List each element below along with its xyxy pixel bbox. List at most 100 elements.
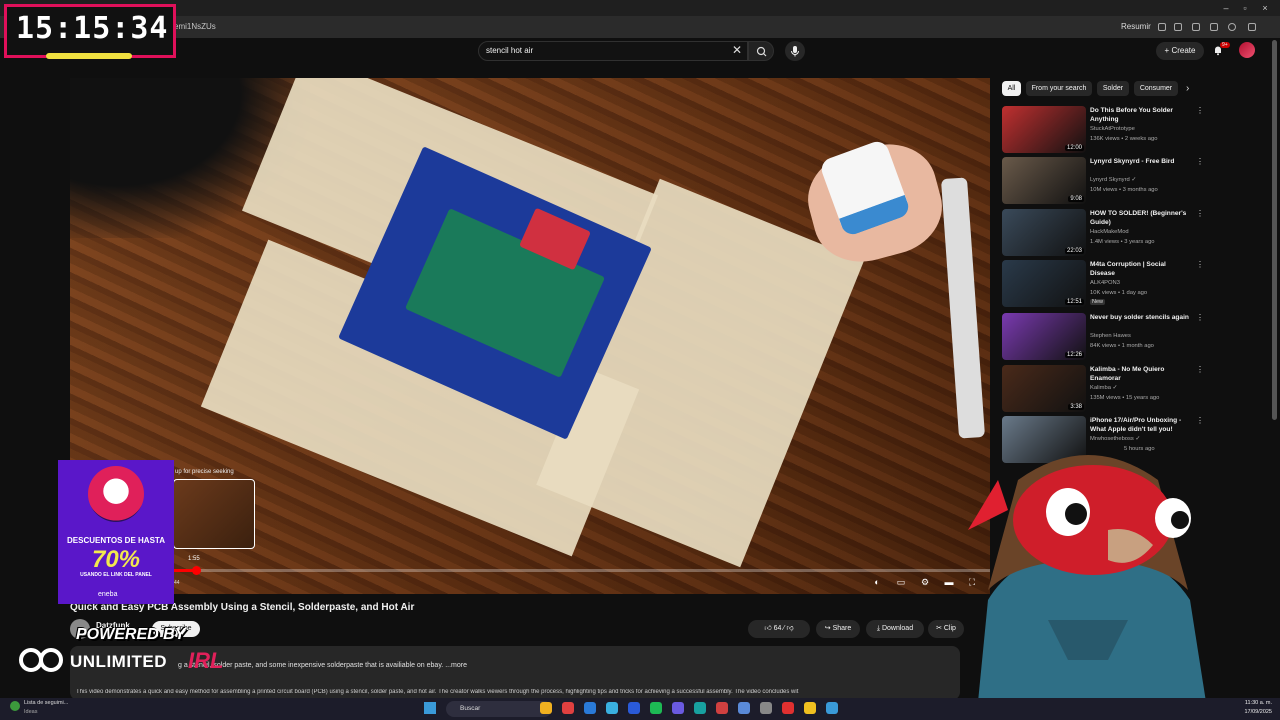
- recommendation-item[interactable]: 9:08 Lynyrd Skynyrd - Free Bird Lynyrd Sky…: [1002, 157, 1204, 205]
- weather-widget-icon[interactable]: [10, 701, 20, 711]
- taskbar-app-icon[interactable]: [738, 702, 750, 714]
- chip-solder[interactable]: Solder: [1097, 81, 1129, 96]
- taskbar-search-label[interactable]: Buscar: [460, 705, 480, 712]
- recommendation-item[interactable]: 12:26 Never buy solder stencils again Step…: [1002, 313, 1204, 361]
- recommendation-title[interactable]: M4ta Corruption | Social Disease: [1090, 260, 1190, 278]
- unlimited-text: UNLIMITED: [70, 652, 168, 671]
- recommendation-thumbnail[interactable]: 12:26: [1002, 313, 1086, 360]
- taskbar-time: 11:30 a. m.: [1244, 700, 1272, 706]
- taskbar-app-icon[interactable]: [628, 702, 640, 714]
- theater-mode-icon[interactable]: ▬: [944, 577, 954, 587]
- captions-icon[interactable]: ▭: [896, 577, 906, 587]
- more-actions-icon[interactable]: ⋮: [1196, 416, 1204, 425]
- more-actions-icon[interactable]: ⋮: [1196, 209, 1204, 218]
- progress-bar[interactable]: [70, 569, 990, 572]
- taskbar-widget-sub[interactable]: Ideas: [24, 709, 37, 715]
- clear-search-icon[interactable]: ✕: [732, 43, 742, 57]
- search-icon: [756, 46, 767, 57]
- recommendation-channel[interactable]: ALK4PON3: [1090, 280, 1120, 286]
- voice-search-button[interactable]: [785, 41, 805, 61]
- account-avatar[interactable]: [1239, 42, 1255, 58]
- recommendation-channel[interactable]: StuckAtPrototype: [1090, 126, 1135, 132]
- page-scrollbar[interactable]: [1272, 40, 1277, 420]
- chip-consumer[interactable]: Consumer: [1134, 81, 1178, 96]
- recommendation-item[interactable]: 12:00 Do This Before You Solder Anything S…: [1002, 106, 1204, 154]
- download-button[interactable]: ⤓ Download: [866, 620, 924, 638]
- start-windows-icon[interactable]: [424, 702, 436, 714]
- taskbar-app-icon[interactable]: [716, 702, 728, 714]
- minimize-icon[interactable]: –: [1222, 4, 1230, 13]
- windows-taskbar: [0, 698, 1280, 720]
- clock-accent-bar: [46, 53, 132, 59]
- share-label: Share: [832, 625, 852, 632]
- taskbar-app-icon[interactable]: [584, 702, 596, 714]
- settings-gear-icon[interactable]: ⚙: [920, 577, 930, 587]
- recommendation-title[interactable]: Kalimba - No Me Quiero Enamorar: [1090, 365, 1190, 383]
- chip-all[interactable]: All: [1002, 81, 1021, 96]
- chevron-right-icon[interactable]: ›: [1186, 83, 1189, 94]
- close-window-icon[interactable]: ×: [1261, 4, 1269, 13]
- stream-clock-time: 15:15:34: [16, 11, 169, 46]
- recommendation-title[interactable]: Do This Before You Solder Anything: [1090, 106, 1190, 124]
- more-actions-icon[interactable]: ⋮: [1196, 106, 1204, 115]
- recommendation-meta: 84K views • 1 month ago: [1090, 343, 1154, 349]
- recommendation-channel[interactable]: Kalimba ✓: [1090, 385, 1117, 391]
- promo-brand: eneba: [98, 591, 118, 598]
- maximize-icon[interactable]: ▫: [1241, 4, 1249, 13]
- more-actions-icon[interactable]: ⋮: [1196, 260, 1204, 269]
- taskbar-app-icon[interactable]: [804, 702, 816, 714]
- taskbar-app-icon[interactable]: [562, 702, 574, 714]
- browser-title-bar: [0, 0, 1280, 16]
- url-text[interactable]: emi1NsZUs: [174, 22, 216, 31]
- share-button[interactable]: ↪ Share: [816, 620, 860, 638]
- recommendation-thumbnail[interactable]: 3:38: [1002, 365, 1086, 412]
- mic-icon: [791, 46, 799, 57]
- recommendation-title[interactable]: Never buy solder stencils again: [1090, 313, 1190, 322]
- taskbar-app-icon[interactable]: [694, 702, 706, 714]
- more-actions-icon[interactable]: ⋮: [1196, 157, 1204, 166]
- bookmark-icon[interactable]: [1210, 23, 1218, 31]
- taskbar-date: 17/09/2025: [1244, 709, 1272, 715]
- taskbar-app-icon[interactable]: [782, 702, 794, 714]
- infinity-logo-icon: [19, 648, 63, 672]
- taskbar-app-icon[interactable]: [826, 702, 838, 714]
- recommendation-channel[interactable]: Stephen Hawes: [1090, 333, 1131, 339]
- recommendation-item[interactable]: 3:38 Kalimba - No Me Quiero Enamorar Kalim…: [1002, 365, 1204, 413]
- autoplay-toggle-icon[interactable]: ◐: [872, 577, 882, 587]
- create-button[interactable]: + Create: [1156, 42, 1204, 60]
- taskbar-app-icon[interactable]: [540, 702, 552, 714]
- like-dislike-button[interactable]: 👍︎ 64 ⁄ 👎︎: [748, 620, 810, 638]
- more-actions-icon[interactable]: ⋮: [1196, 313, 1204, 322]
- recommendation-title[interactable]: Lynyrd Skynyrd - Free Bird: [1090, 157, 1190, 166]
- recommendation-channel[interactable]: Lynyrd Skynyrd ✓: [1090, 177, 1136, 183]
- recommendation-channel[interactable]: HackMakeMod: [1090, 229, 1129, 235]
- recommendation-title[interactable]: HOW TO SOLDER! (Beginner's Guide): [1090, 209, 1190, 227]
- scissors-icon: ✂: [936, 625, 944, 632]
- recommendation-item[interactable]: 22:03 HOW TO SOLDER! (Beginner's Guide) Ha…: [1002, 209, 1204, 257]
- profile-icon[interactable]: [1228, 23, 1236, 31]
- search-query[interactable]: stencil hot air: [486, 46, 533, 55]
- star-icon[interactable]: [1174, 23, 1182, 31]
- search-button[interactable]: [748, 41, 774, 61]
- recommendation-title[interactable]: iPhone 17/Air/Pro Unboxing - What Apple …: [1090, 416, 1190, 434]
- menu-icon[interactable]: [1248, 23, 1256, 31]
- extension-icon[interactable]: [1158, 23, 1166, 31]
- video-duration: 22:03: [1064, 248, 1084, 254]
- recommendation-item[interactable]: 12:51 M4ta Corruption | Social Disease ALK…: [1002, 260, 1204, 308]
- recommendation-thumbnail[interactable]: 12:51: [1002, 260, 1086, 307]
- taskbar-app-icon[interactable]: [672, 702, 684, 714]
- chip-from-your-search[interactable]: From your search: [1026, 81, 1092, 96]
- recommendation-thumbnail[interactable]: 9:08: [1002, 157, 1086, 204]
- taskbar-app-icon[interactable]: [606, 702, 618, 714]
- taskbar-widget-title[interactable]: Lista de seguimi...: [24, 700, 68, 706]
- scrubber-handle[interactable]: [192, 566, 202, 575]
- recommendation-thumbnail[interactable]: 12:00: [1002, 106, 1086, 153]
- eneba-mascot-logo: [88, 466, 144, 522]
- taskbar-app-icon[interactable]: [650, 702, 662, 714]
- puzzle-icon[interactable]: [1192, 23, 1200, 31]
- thumbs-up-icon: 👍︎: [764, 625, 774, 632]
- summarize-button[interactable]: Resumir: [1121, 22, 1151, 31]
- more-actions-icon[interactable]: ⋮: [1196, 365, 1204, 374]
- taskbar-app-icon[interactable]: [760, 702, 772, 714]
- recommendation-thumbnail[interactable]: 22:03: [1002, 209, 1086, 256]
